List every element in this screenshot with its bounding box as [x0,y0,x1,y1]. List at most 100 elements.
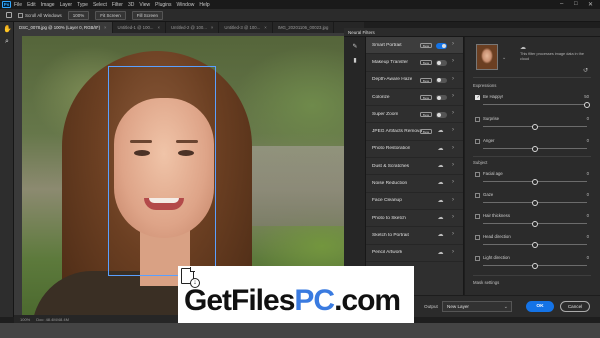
slider-handle[interactable] [532,220,538,227]
be-happy-checkbox[interactable] [475,94,480,100]
slider-handle[interactable] [532,262,538,269]
filter-toggle[interactable] [436,94,447,101]
chevron-right-icon[interactable]: › [452,76,454,82]
cloud-download-icon[interactable]: ☁ [436,232,445,239]
filter-pencil-artwork[interactable]: Pencil Artwork ☁ › [366,245,463,262]
tab-dsc-0078[interactable]: DSC_0078.jpg @ 100% (Layer 0, RGB/8*) × [14,22,113,33]
filter-toggle[interactable] [436,112,447,118]
filter-jpeg-artifacts-removal[interactable]: JPEG Artifacts Removal Beta ☁ › [366,123,463,141]
cancel-button[interactable]: Cancel [560,301,590,312]
filter-super-zoom[interactable]: Super Zoom Beta › [366,106,463,124]
slider-handle[interactable] [584,101,590,108]
filter-noise-reduction[interactable]: Noise Reduction ☁ › [366,175,463,193]
close-tab-icon[interactable]: × [104,25,107,30]
slider-handle[interactable] [532,145,538,152]
zoom-100-button[interactable]: 100% [67,10,90,20]
output-select[interactable]: New Layer ⌄ [442,301,512,312]
close-tab-icon[interactable]: × [157,25,160,30]
chevron-right-icon[interactable]: › [452,179,454,185]
reset-icon[interactable]: ↺ [583,67,588,74]
cloud-download-icon[interactable]: ☁ [436,146,445,153]
menu-window[interactable]: Window [177,2,195,8]
cloud-download-icon[interactable]: ☁ [436,180,445,187]
filter-photo-to-sketch[interactable]: Photo to Sketch ☁ › [366,210,463,228]
surprise-checkbox[interactable] [475,117,480,122]
menu-image[interactable]: Image [41,2,55,8]
filter-toggle[interactable] [436,43,447,49]
face-thumbnail[interactable] [476,44,498,70]
chevron-right-icon[interactable]: › [452,231,454,237]
hand-tool-icon[interactable]: ✋ [3,26,12,34]
minimize-icon[interactable]: – [560,1,563,7]
hair-thickness-checkbox[interactable] [475,214,480,219]
head-direction-checkbox[interactable] [475,235,480,240]
photoshop-logo-icon[interactable]: Ps [2,1,11,8]
menu-view[interactable]: View [139,2,150,8]
slider-handle[interactable] [532,178,538,185]
cloud-download-icon[interactable]: ☁ [436,163,445,170]
tab-img-20201106[interactable]: IMG_20201106_00023.jpg [273,22,335,33]
filter-dust-scratches[interactable]: Dust & Scratches ☁ › [366,158,463,176]
filter-colorize[interactable]: Colorize Beta › [366,89,463,107]
mask-settings-heading[interactable]: Mask settings [473,280,499,285]
ok-button[interactable]: OK [526,301,554,312]
gaze-checkbox[interactable] [475,193,480,198]
bottom-strip [0,323,600,338]
chevron-right-icon[interactable]: › [452,127,454,133]
filter-smart-portrait[interactable]: Smart Portrait Beta › [366,37,463,55]
slider-handle[interactable] [532,123,538,130]
chevron-right-icon[interactable]: › [452,197,454,203]
chevron-right-icon[interactable]: › [452,145,454,151]
chevron-right-icon[interactable]: › [452,214,454,220]
menu-select[interactable]: Select [93,2,107,8]
fill-screen-button[interactable]: Fill Screen [131,10,164,20]
facial-age-checkbox[interactable] [475,172,480,177]
fit-screen-button[interactable]: Fit Screen [95,10,126,20]
zoom-tool-icon[interactable]: ⌕ [3,38,11,46]
menu-edit[interactable]: Edit [27,2,36,8]
chevron-right-icon[interactable]: › [452,93,454,99]
light-direction-checkbox[interactable] [475,256,480,261]
tab-untitled-2[interactable]: Untitled-2 @ 100... × [166,22,220,33]
cloud-download-icon[interactable]: ☁ [436,128,445,135]
filter-makeup-transfer[interactable]: Makeup Transfer Beta › [366,54,463,72]
maximize-icon[interactable]: □ [574,1,578,7]
chevron-right-icon[interactable]: › [452,41,454,47]
menu-3d[interactable]: 3D [128,2,134,8]
filter-depth-aware-haze[interactable]: Depth-Aware Haze Beta › [366,72,463,89]
cloud-download-icon[interactable]: ☁ [436,215,445,222]
slider-handle[interactable] [532,241,538,248]
filter-name: Smart Portrait [372,42,402,48]
slider-track[interactable] [483,104,587,105]
status-zoom[interactable]: 100% [20,317,30,322]
chevron-right-icon[interactable]: › [452,162,454,168]
cloud-download-icon[interactable]: ☁ [436,198,445,205]
eraser-icon[interactable]: ▮ [351,57,359,65]
tab-untitled-3[interactable]: Untitled-3 @ 100... × [219,22,273,33]
tab-untitled-1[interactable]: Untitled-1 @ 100... × [113,22,166,33]
anger-checkbox[interactable] [475,139,480,144]
chevron-right-icon[interactable]: › [452,58,454,64]
cloud-download-icon[interactable]: ☁ [436,250,445,257]
menu-filter[interactable]: Filter [112,2,123,8]
menu-plugins[interactable]: Plugins [155,2,171,8]
brush-icon[interactable]: ✎ [351,43,359,51]
slider-handle[interactable] [532,199,538,206]
menu-file[interactable]: File [14,2,22,8]
menu-layer[interactable]: Layer [60,2,73,8]
close-tab-icon[interactable]: × [211,25,214,30]
chevron-down-icon[interactable]: ⌄ [502,55,506,61]
chevron-right-icon[interactable]: › [452,249,454,255]
close-window-icon[interactable]: ✕ [588,1,593,8]
filter-face-cleanup[interactable]: Face Cleanup ☁ › [366,193,463,210]
scroll-all-windows-checkbox[interactable] [18,12,23,18]
close-tab-icon[interactable]: × [264,25,267,30]
chevron-right-icon[interactable]: › [452,110,454,116]
filter-toggle[interactable] [436,77,447,84]
menu-help[interactable]: Help [199,2,209,8]
filter-toggle[interactable] [436,60,447,66]
menu-type[interactable]: Type [77,2,88,8]
filter-sketch-to-portrait[interactable]: Sketch to Portrait ☁ › [366,227,463,245]
filter-photo-restoration[interactable]: Photo Restoration ☁ › [366,141,463,159]
hand-tool-preset-icon[interactable] [6,12,12,18]
